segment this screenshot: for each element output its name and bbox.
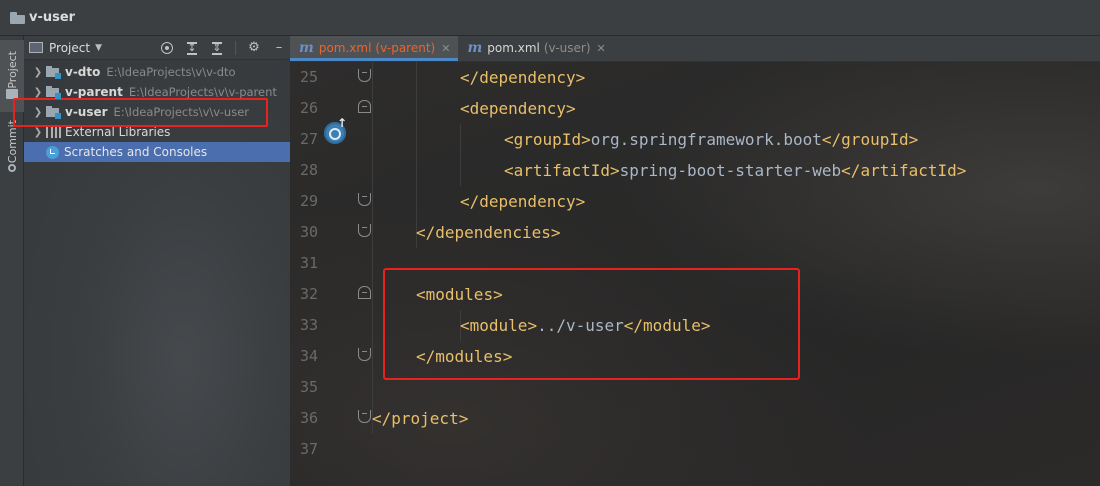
line-number: 34	[299, 347, 318, 365]
expand-all-icon[interactable]	[185, 41, 199, 55]
tab-label: pom.xml	[487, 41, 540, 55]
minimize-icon[interactable]: –	[272, 41, 286, 55]
title-bar: v-user	[0, 0, 1100, 36]
gear-icon[interactable]: ⚙	[247, 41, 261, 55]
maven-file-icon: m	[467, 40, 483, 56]
collapse-all-icon[interactable]	[210, 41, 224, 55]
project-view-selector[interactable]: Project	[49, 41, 90, 55]
module-folder-icon	[46, 86, 61, 99]
tree-item-label: v-parent	[65, 85, 123, 99]
library-icon	[46, 126, 60, 138]
annotation-box-modules	[383, 268, 800, 380]
window-title: v-user	[29, 10, 76, 25]
line-number: 37	[299, 440, 318, 458]
tree-item-path: E:\IdeaProjects\v\v-dto	[106, 65, 236, 79]
module-folder-icon	[46, 66, 61, 79]
scratch-icon	[46, 145, 59, 159]
overrides-icon[interactable]	[324, 116, 347, 144]
close-icon[interactable]: ✕	[441, 42, 450, 55]
chevron-right-icon[interactable]: ❯	[24, 67, 46, 78]
code-line: < dependency >	[460, 99, 576, 118]
chevron-right-icon[interactable]: ❯	[24, 87, 46, 98]
tab-label: pom.xml	[318, 41, 372, 55]
code-line: </project >	[372, 409, 469, 428]
line-number: 25	[299, 68, 318, 86]
line-number: 29	[299, 192, 318, 210]
code-line: </dependencies >	[416, 223, 561, 242]
annotation-box-v-user	[13, 98, 268, 127]
code-line: </dependency >	[460, 192, 586, 211]
tree-item-scratches-and-consoles[interactable]: ❯ Scratches and Consoles	[24, 142, 290, 162]
maven-file-icon: m	[299, 40, 314, 56]
line-number: 27	[299, 130, 318, 148]
line-number: 33	[299, 316, 318, 334]
tree-item-label: External Libraries	[65, 125, 171, 139]
folder-icon	[10, 11, 25, 24]
line-number: 35	[299, 378, 318, 396]
tab-module: (v-parent)	[375, 41, 436, 55]
tree-item-v-dto[interactable]: ❯ v-dto E:\IdeaProjects\v\v-dto	[24, 62, 290, 82]
project-panel-header: Project ▼ ⚙ –	[24, 36, 290, 60]
tab-pom-v-user[interactable]: m pom.xml (v-user) ✕	[458, 36, 613, 61]
line-number: 30	[299, 223, 318, 241]
tab-module: (v-user)	[543, 41, 591, 55]
line-number: 28	[299, 161, 318, 179]
tree-item-path: E:\IdeaProjects\v\v-parent	[128, 85, 277, 99]
commit-icon	[8, 163, 16, 172]
editor-tab-bar: m pom.xml (v-parent) ✕ m pom.xml (v-user…	[290, 36, 1100, 62]
chevron-right-icon[interactable]: ❯	[24, 127, 46, 138]
code-line: < artifactId > spring-boot-starter-web </art…	[504, 161, 967, 180]
line-number: 32	[299, 285, 318, 303]
locate-file-icon[interactable]	[160, 41, 174, 55]
editor-gutter: 25 26 27 28 29 30 31 32 33 34 35 36 37	[290, 62, 371, 486]
tree-item-label: v-dto	[65, 65, 101, 79]
line-number: 26	[299, 99, 318, 117]
editor: m pom.xml (v-parent) ✕ m pom.xml (v-user…	[290, 36, 1100, 486]
close-icon[interactable]: ✕	[597, 42, 606, 55]
project-tool-tab-label: Project	[5, 51, 19, 89]
line-number: 31	[299, 254, 318, 272]
tab-pom-v-parent[interactable]: m pom.xml (v-parent) ✕	[290, 36, 459, 61]
code-line: </dependency >	[460, 68, 586, 87]
project-view-icon	[29, 42, 43, 53]
code-line: < groupId > org.springframework.boot </group…	[504, 130, 919, 149]
tree-item-label: Scratches and Consoles	[64, 145, 208, 159]
divider	[235, 41, 236, 55]
line-number: 36	[299, 409, 318, 427]
chevron-down-icon[interactable]: ▼	[95, 43, 102, 53]
